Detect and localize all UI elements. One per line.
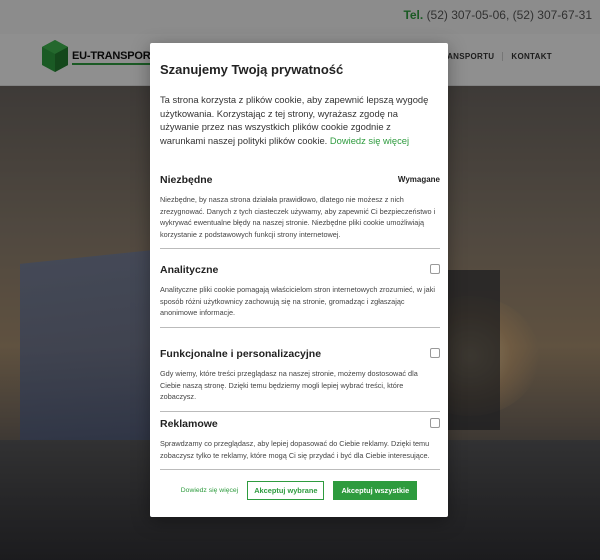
accept-selected-button[interactable]: Akceptuj wybrane (247, 481, 325, 500)
advertising-checkbox[interactable] (430, 418, 440, 428)
section-text: Analityczne pliki cookie pomagają właści… (160, 285, 435, 318)
accept-all-button[interactable]: Akceptuj wszystkie (333, 481, 418, 500)
dialog-title: Szanujemy Twoją prywatność (160, 62, 344, 77)
section-divider (160, 469, 440, 471)
cookie-consent-dialog: Szanujemy Twoją prywatność Ta strona kor… (150, 43, 448, 517)
functional-checkbox[interactable] (430, 348, 440, 358)
section-title: Analityczne (160, 264, 219, 276)
section-text: Gdy wiemy, które treści przeglądasz na n… (160, 369, 418, 402)
learn-more-button[interactable]: Dowiedz się więcej (181, 487, 238, 494)
section-title: Funkcjonalne i personalizacyjne (160, 348, 322, 360)
required-badge: Wymagane (397, 175, 440, 184)
analytics-checkbox[interactable] (430, 264, 440, 274)
dialog-actions: Dowiedz się więcej Akceptuj wybrane Akce… (150, 481, 448, 500)
dialog-intro: Ta strona korzysta z plików cookie, aby … (160, 93, 430, 147)
section-text: Niezbędne, by nasza strona działała praw… (160, 195, 436, 239)
section-necessary: Niezbędne Wymagane Niezbędne, by nasza s… (160, 174, 440, 250)
section-functional: Funkcjonalne i personalizacyjne Gdy wiem… (160, 348, 440, 412)
section-title: Reklamowe (160, 418, 218, 430)
section-divider (160, 248, 440, 250)
section-divider (160, 326, 440, 328)
intro-learn-more-link[interactable]: Dowiedz się więcej (330, 135, 409, 146)
section-divider (160, 410, 440, 412)
section-text: Sprawdzamy co przeglądasz, aby lepiej do… (160, 439, 430, 460)
section-analytics: Analityczne Analityczne pliki cookie pom… (160, 264, 440, 328)
section-advertising: Reklamowe Sprawdzamy co przeglądasz, aby… (160, 418, 440, 471)
